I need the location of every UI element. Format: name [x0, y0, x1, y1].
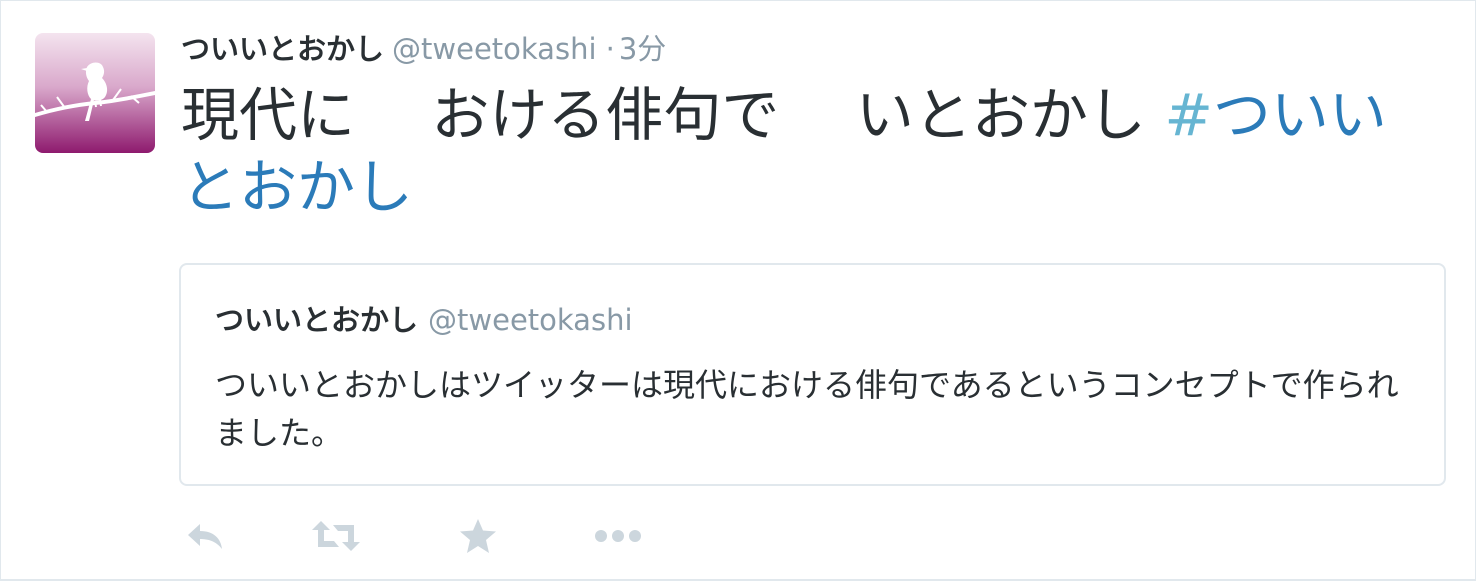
tweet-body: 現代に おける俳句で いとおかし — [181, 81, 1165, 149]
hashtag-symbol[interactable]: # — [1164, 81, 1213, 149]
retweet-icon — [312, 521, 360, 551]
author-fullname[interactable]: ついいとおかし — [181, 32, 384, 66]
quote-text: ついいとおかしはツイッターは現代における俳句であるというコンセプトで作られました… — [215, 366, 1399, 452]
more-icon — [595, 530, 641, 542]
favorite-button[interactable] — [453, 511, 503, 561]
reply-icon — [188, 524, 222, 549]
tweet-text: 現代に おける俳句で いとおかし #ついいとおかし — [181, 79, 1441, 223]
timestamp[interactable]: 3分 — [619, 32, 666, 66]
tweet-header: ついいとおかし @tweetokashi · 3分 — [181, 27, 666, 76]
quoted-tweet[interactable]: ついいとおかし @tweetokashi ついいとおかしはツイッターは現代における… — [179, 263, 1446, 486]
favorite-icon — [460, 519, 496, 553]
reply-button[interactable] — [181, 511, 231, 561]
quote-author-screen-name: @tweetokashi — [428, 303, 633, 337]
more-button[interactable] — [593, 511, 643, 561]
author-screen-name[interactable]: @tweetokashi — [392, 32, 597, 66]
tweet-card: ついいとおかし @tweetokashi · 3分 現代に おける俳句で いとおかし… — [0, 0, 1476, 581]
avatar[interactable] — [35, 33, 155, 153]
retweet-button[interactable] — [311, 511, 361, 561]
quote-header: ついいとおかし @tweetokashi — [215, 299, 633, 346]
quote-author-fullname: ついいとおかし — [215, 303, 419, 337]
bird-on-branch-icon — [35, 33, 155, 153]
separator-dot: · — [605, 32, 615, 66]
